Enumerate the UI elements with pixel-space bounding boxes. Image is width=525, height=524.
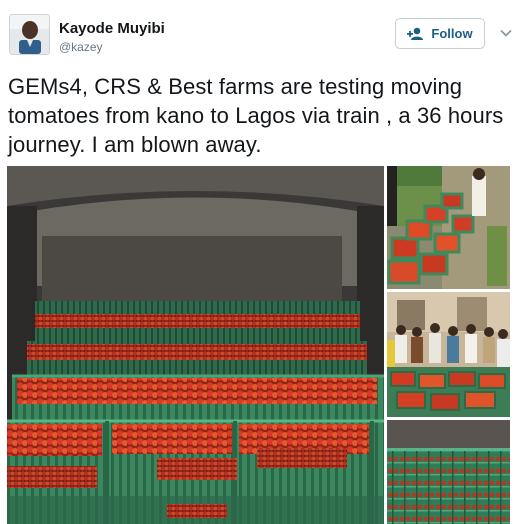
add-user-icon [407, 27, 424, 40]
tweet-text: GEMs4, CRS & Best farms are testing movi… [8, 74, 504, 157]
avatar[interactable] [9, 14, 50, 55]
follow-button[interactable]: Follow [395, 18, 485, 49]
author-handle[interactable]: @kazey [59, 40, 103, 54]
chevron-down-icon[interactable] [499, 26, 513, 40]
tweet-card: Kayode Muyibi @kazey Follow GEMs4, CRS &… [0, 0, 525, 524]
photo-stacked-green-crates[interactable] [387, 420, 510, 524]
follow-label: Follow [431, 26, 473, 41]
profile-photo-icon [10, 15, 49, 54]
photo-tomato-crates-wagon[interactable] [7, 166, 384, 524]
media-grid [7, 166, 510, 524]
photo-crowd-with-crates[interactable] [387, 292, 510, 417]
photo-tomato-farm-field[interactable] [387, 166, 510, 289]
author-name[interactable]: Kayode Muyibi [59, 20, 165, 37]
